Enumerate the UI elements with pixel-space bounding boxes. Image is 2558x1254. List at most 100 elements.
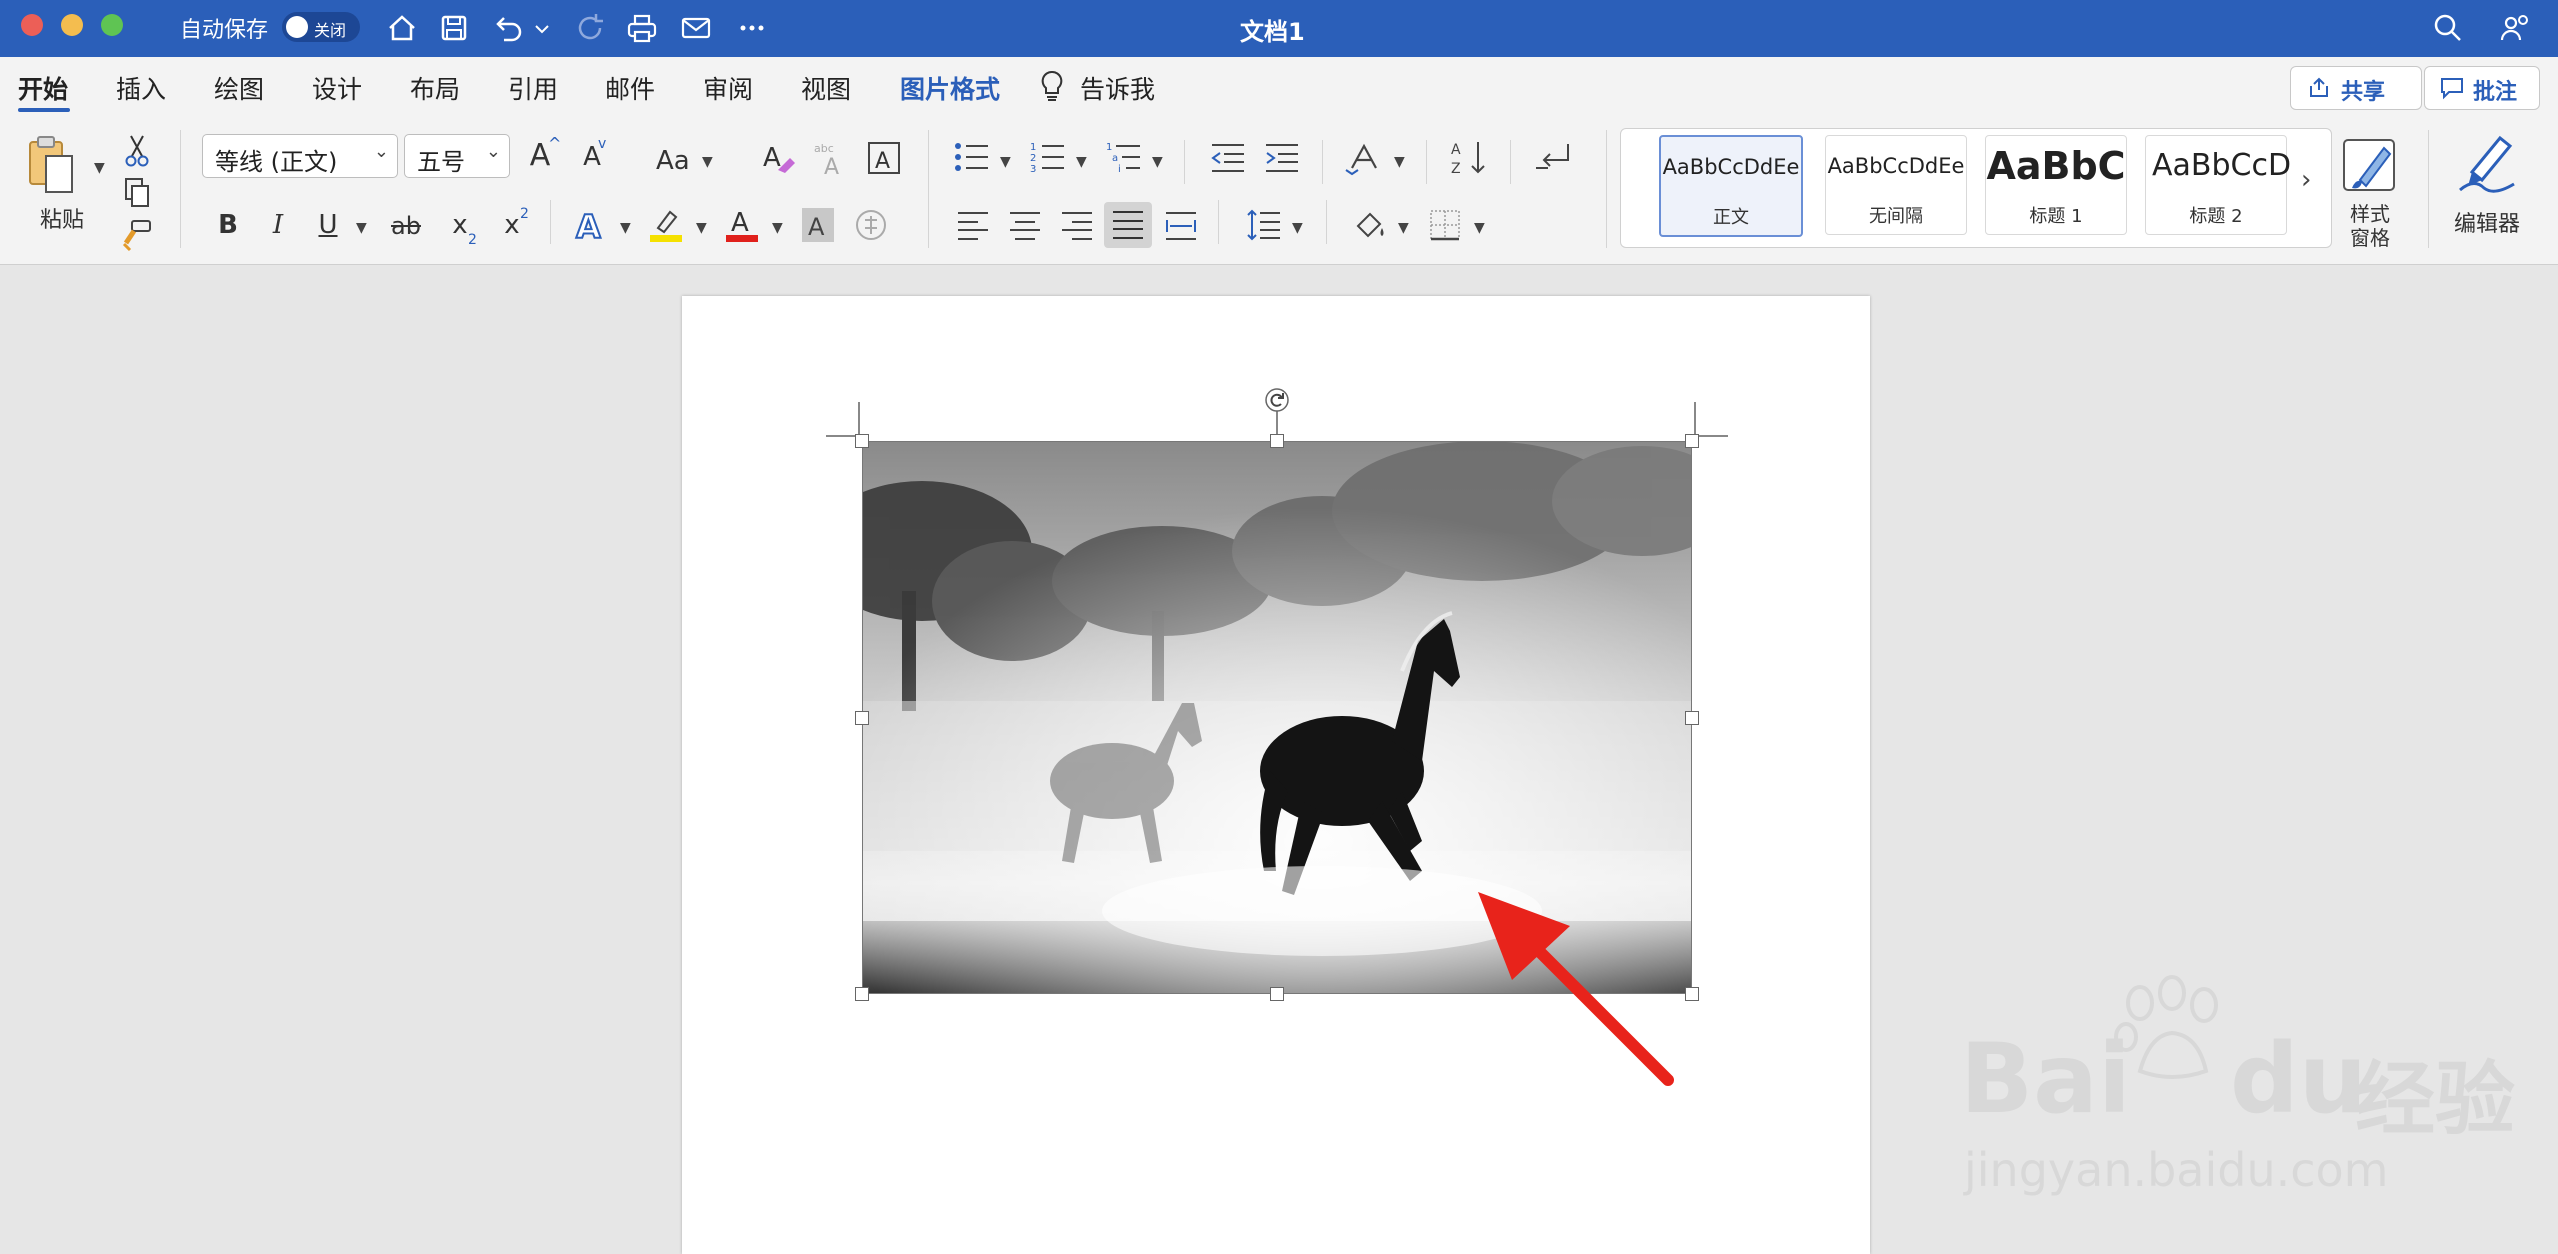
resize-handle-bottom-left[interactable] xyxy=(855,987,869,1001)
style-heading-2[interactable]: AaBbCcD 标题 2 xyxy=(2145,135,2291,235)
chevron-down-icon[interactable]: ▼ xyxy=(1292,220,1303,236)
chevron-down-icon[interactable]: ▼ xyxy=(1152,154,1163,170)
align-right-icon[interactable] xyxy=(1060,210,1094,242)
numbering-icon[interactable]: 123 xyxy=(1030,140,1066,174)
style-normal[interactable]: AaBbCcDdEe 正文 xyxy=(1659,135,1803,237)
font-size-select[interactable]: 五号 ⌄ xyxy=(404,134,510,178)
resize-handle-bottom[interactable] xyxy=(1270,987,1284,1001)
show-formatting-marks-icon[interactable] xyxy=(1534,140,1574,176)
increase-indent-icon[interactable] xyxy=(1264,142,1300,174)
font-name-select[interactable]: 等线 (正文) ⌄ xyxy=(202,134,398,178)
resize-handle-left[interactable] xyxy=(855,711,869,725)
format-painter-icon[interactable] xyxy=(120,218,154,252)
chevron-down-icon[interactable]: ▼ xyxy=(1000,154,1011,170)
tab-layout[interactable]: 布局 xyxy=(410,70,460,106)
svg-text:a: a xyxy=(1112,153,1118,164)
align-center-icon[interactable] xyxy=(1008,210,1042,242)
sort-icon[interactable]: AZ xyxy=(1450,138,1490,178)
chevron-down-icon[interactable]: ▼ xyxy=(1474,220,1485,236)
comments-button[interactable]: 批注 xyxy=(2424,66,2540,110)
resize-handle-top-right[interactable] xyxy=(1685,434,1699,448)
close-window-button[interactable] xyxy=(21,14,43,36)
tab-insert[interactable]: 插入 xyxy=(116,70,166,106)
autosave-toggle[interactable]: 关闭 xyxy=(282,12,360,42)
more-icon[interactable] xyxy=(732,8,772,48)
line-spacing-icon[interactable] xyxy=(1246,208,1282,242)
rotate-handle-icon[interactable] xyxy=(1263,386,1291,414)
tab-picture-format[interactable]: 图片格式 xyxy=(900,70,1000,106)
chevron-down-icon[interactable]: ▼ xyxy=(696,220,707,236)
chevron-down-icon[interactable]: ▼ xyxy=(356,220,367,236)
paste-dropdown-icon[interactable]: ▼ xyxy=(94,160,105,176)
justify-button[interactable] xyxy=(1104,202,1152,248)
resize-handle-top-left[interactable] xyxy=(855,434,869,448)
editor-label[interactable]: 编辑器 xyxy=(2454,206,2520,238)
decrease-indent-icon[interactable] xyxy=(1210,142,1246,174)
comment-icon xyxy=(2441,78,2463,100)
styles-pane-icon[interactable] xyxy=(2340,134,2402,196)
svg-text:A: A xyxy=(731,208,749,238)
underline-button[interactable]: U xyxy=(308,210,348,240)
chevron-down-icon[interactable]: ▼ xyxy=(1398,220,1409,236)
divider xyxy=(1218,200,1219,244)
tab-home[interactable]: 开始 xyxy=(18,70,68,106)
chevron-down-icon[interactable]: ▼ xyxy=(1076,154,1087,170)
character-border-icon[interactable]: A xyxy=(866,140,902,176)
tab-draw[interactable]: 绘图 xyxy=(214,70,264,106)
bullets-icon[interactable] xyxy=(954,140,990,174)
chevron-down-icon[interactable]: ▼ xyxy=(702,154,713,170)
strikethrough-button[interactable]: ab xyxy=(386,212,426,240)
resize-handle-right[interactable] xyxy=(1685,711,1699,725)
save-icon[interactable] xyxy=(434,8,474,48)
style-no-spacing[interactable]: AaBbCcDdEe 无间隔 xyxy=(1825,135,1967,235)
character-shading-icon[interactable]: A xyxy=(802,208,834,242)
svg-text:A: A xyxy=(576,208,601,244)
minimize-window-button[interactable] xyxy=(61,14,83,36)
print-icon[interactable] xyxy=(622,8,662,48)
chevron-down-icon[interactable]: ▼ xyxy=(620,220,631,236)
undo-icon[interactable] xyxy=(488,8,528,48)
align-left-icon[interactable] xyxy=(956,210,990,242)
distributed-icon[interactable] xyxy=(1164,210,1198,242)
mail-icon[interactable] xyxy=(676,8,716,48)
tab-view[interactable]: 视图 xyxy=(801,70,851,106)
tab-references[interactable]: 引用 xyxy=(508,70,558,106)
resize-handle-top[interactable] xyxy=(1270,434,1284,448)
redo-icon[interactable] xyxy=(570,8,610,48)
account-icon[interactable] xyxy=(2494,8,2534,48)
home-icon[interactable] xyxy=(382,8,422,48)
clear-formatting-icon[interactable]: A xyxy=(760,140,798,178)
tab-mailings[interactable]: 邮件 xyxy=(605,70,655,106)
share-button[interactable]: 共享 xyxy=(2290,66,2422,110)
copy-icon[interactable] xyxy=(122,176,152,210)
tab-design[interactable]: 设计 xyxy=(312,70,362,106)
enclose-characters-icon[interactable] xyxy=(854,208,888,242)
chevron-down-icon[interactable]: ▼ xyxy=(1394,154,1405,170)
zoom-window-button[interactable] xyxy=(101,14,123,36)
shading-icon[interactable] xyxy=(1352,208,1388,242)
italic-button[interactable]: I xyxy=(258,210,298,240)
shrink-arrow-icon: v xyxy=(598,136,607,152)
watermark-cn: 经验 xyxy=(2355,1053,2515,1146)
styles-pane-label[interactable]: 样式 窗格 xyxy=(2350,202,2390,250)
text-effects-icon[interactable]: A xyxy=(572,206,610,244)
editor-icon[interactable] xyxy=(2454,132,2520,196)
chevron-down-icon[interactable]: ▼ xyxy=(772,220,783,236)
borders-icon[interactable] xyxy=(1428,208,1462,242)
cut-icon[interactable] xyxy=(122,134,152,168)
tab-review[interactable]: 审阅 xyxy=(703,70,753,106)
multilevel-list-icon[interactable]: 1ai xyxy=(1106,140,1142,174)
highlight-icon[interactable] xyxy=(648,206,684,244)
phonetic-guide-icon[interactable]: abcA xyxy=(812,140,850,178)
bold-button[interactable]: B xyxy=(208,210,248,240)
title-bar: 自动保存 关闭 文档1 xyxy=(0,0,2558,57)
undo-dropdown-icon[interactable] xyxy=(530,8,554,48)
search-icon[interactable] xyxy=(2428,8,2468,48)
paste-icon[interactable] xyxy=(24,134,86,198)
gallery-next-icon[interactable]: › xyxy=(2301,165,2311,195)
tell-me-search[interactable]: 告诉我 xyxy=(1080,70,1155,106)
asian-layout-icon[interactable] xyxy=(1344,140,1384,176)
change-case-button[interactable]: Aa xyxy=(656,146,690,176)
style-heading-1[interactable]: AaBbC 标题 1 xyxy=(1985,135,2127,235)
font-color-icon[interactable]: A xyxy=(724,204,760,244)
